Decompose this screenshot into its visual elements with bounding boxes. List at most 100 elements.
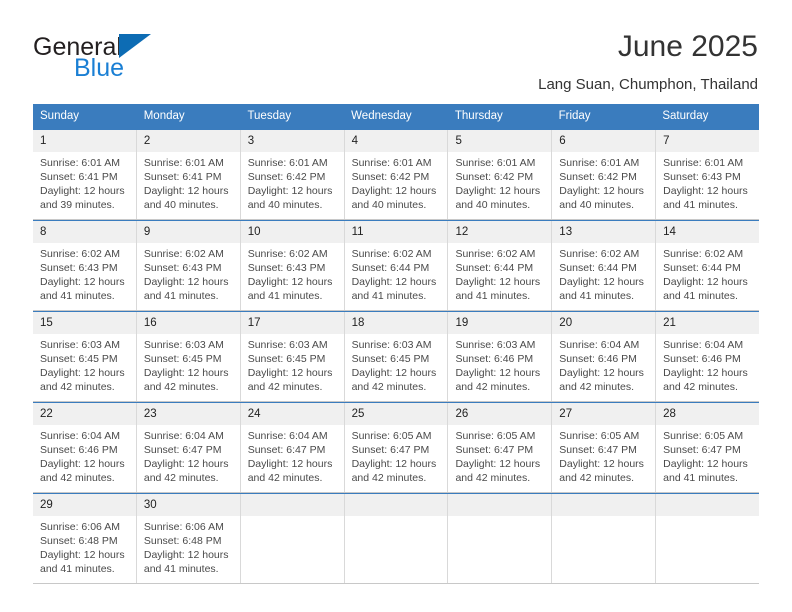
day-cell[interactable]: 1 Sunrise: 6:01 AM Sunset: 6:41 PM Dayli… xyxy=(33,130,137,219)
day-number: 8 xyxy=(33,221,136,243)
day-cell[interactable]: 25 Sunrise: 6:05 AM Sunset: 6:47 PM Dayl… xyxy=(344,403,449,492)
sunset-text: Sunset: 6:44 PM xyxy=(559,262,637,274)
day-cell[interactable]: 30 Sunrise: 6:06 AM Sunset: 6:48 PM Dayl… xyxy=(136,494,241,583)
day-number: 25 xyxy=(344,403,448,425)
day-cell[interactable]: 14 Sunrise: 6:02 AM Sunset: 6:44 PM Dayl… xyxy=(656,221,760,310)
day-cell[interactable]: 24 Sunrise: 6:04 AM Sunset: 6:47 PM Dayl… xyxy=(240,403,345,492)
day-details: Sunrise: 6:01 AM Sunset: 6:43 PM Dayligh… xyxy=(656,152,759,218)
day-cell[interactable]: 23 Sunrise: 6:04 AM Sunset: 6:47 PM Dayl… xyxy=(136,403,241,492)
day-cell[interactable]: 27 Sunrise: 6:05 AM Sunset: 6:47 PM Dayl… xyxy=(552,403,657,492)
logo-text-blue: Blue xyxy=(74,54,125,82)
page-header: General Blue June 2025 Lang Suan, Chumph… xyxy=(0,0,792,104)
daylight-text-line1: Daylight: 12 hours xyxy=(143,276,229,288)
daylight-text-line1: Daylight: 12 hours xyxy=(143,185,229,197)
day-details: Sunrise: 6:04 AM Sunset: 6:46 PM Dayligh… xyxy=(656,334,759,400)
day-details: Sunrise: 6:06 AM Sunset: 6:48 PM Dayligh… xyxy=(137,516,240,582)
sunrise-text: Sunrise: 6:04 AM xyxy=(247,430,328,442)
daylight-text-line1: Daylight: 12 hours xyxy=(351,185,437,197)
day-number: 2 xyxy=(136,130,240,152)
sunrise-text: Sunrise: 6:03 AM xyxy=(455,339,536,351)
sunset-text: Sunset: 6:45 PM xyxy=(40,353,118,365)
day-cell[interactable]: 2 Sunrise: 6:01 AM Sunset: 6:41 PM Dayli… xyxy=(136,130,241,219)
sunrise-text: Sunrise: 6:01 AM xyxy=(455,157,536,169)
daylight-text-line1: Daylight: 12 hours xyxy=(143,458,229,470)
daylight-text-line1: Daylight: 12 hours xyxy=(455,458,541,470)
daylight-text-line2: and 40 minutes. xyxy=(559,199,635,211)
day-cell[interactable]: 10 Sunrise: 6:02 AM Sunset: 6:43 PM Dayl… xyxy=(240,221,345,310)
day-cell[interactable]: 21 Sunrise: 6:04 AM Sunset: 6:46 PM Dayl… xyxy=(656,312,760,401)
day-cell[interactable]: 17 Sunrise: 6:03 AM Sunset: 6:45 PM Dayl… xyxy=(240,312,345,401)
daylight-text-line1: Daylight: 12 hours xyxy=(351,367,437,379)
day-number xyxy=(656,494,760,516)
sunrise-text: Sunrise: 6:02 AM xyxy=(247,248,328,260)
daylight-text-line2: and 41 minutes. xyxy=(143,290,219,302)
day-cell[interactable]: 9 Sunrise: 6:02 AM Sunset: 6:43 PM Dayli… xyxy=(136,221,241,310)
day-cell[interactable]: 26 Sunrise: 6:05 AM Sunset: 6:47 PM Dayl… xyxy=(448,403,553,492)
day-cell[interactable]: 6 Sunrise: 6:01 AM Sunset: 6:42 PM Dayli… xyxy=(552,130,657,219)
daylight-text-line1: Daylight: 12 hours xyxy=(663,185,748,197)
day-number: 4 xyxy=(344,130,448,152)
sunrise-text: Sunrise: 6:05 AM xyxy=(351,430,432,442)
day-cell[interactable]: 3 Sunrise: 6:01 AM Sunset: 6:42 PM Dayli… xyxy=(240,130,345,219)
daylight-text-line2: and 40 minutes. xyxy=(351,199,427,211)
sunrise-text: Sunrise: 6:01 AM xyxy=(143,157,224,169)
day-cell[interactable]: 19 Sunrise: 6:03 AM Sunset: 6:46 PM Dayl… xyxy=(448,312,553,401)
page-title: June 2025 xyxy=(617,30,758,63)
day-cell[interactable]: 12 Sunrise: 6:02 AM Sunset: 6:44 PM Dayl… xyxy=(448,221,553,310)
sunset-text: Sunset: 6:47 PM xyxy=(663,444,741,456)
day-cell[interactable]: 28 Sunrise: 6:05 AM Sunset: 6:47 PM Dayl… xyxy=(656,403,760,492)
day-cell[interactable]: 4 Sunrise: 6:01 AM Sunset: 6:42 PM Dayli… xyxy=(344,130,449,219)
daylight-text-line1: Daylight: 12 hours xyxy=(40,185,125,197)
day-details: Sunrise: 6:02 AM Sunset: 6:44 PM Dayligh… xyxy=(552,243,655,309)
daylight-text-line1: Daylight: 12 hours xyxy=(663,458,748,470)
day-cell[interactable]: 8 Sunrise: 6:02 AM Sunset: 6:43 PM Dayli… xyxy=(33,221,137,310)
day-details: Sunrise: 6:05 AM Sunset: 6:47 PM Dayligh… xyxy=(656,425,759,491)
daylight-text-line2: and 41 minutes. xyxy=(40,563,115,575)
sunrise-text: Sunrise: 6:01 AM xyxy=(351,157,432,169)
sunrise-text: Sunrise: 6:04 AM xyxy=(143,430,224,442)
day-number: 9 xyxy=(136,221,240,243)
day-cell[interactable]: 22 Sunrise: 6:04 AM Sunset: 6:46 PM Dayl… xyxy=(33,403,137,492)
day-number: 19 xyxy=(448,312,552,334)
sunset-text: Sunset: 6:41 PM xyxy=(143,171,222,183)
day-cell[interactable]: 11 Sunrise: 6:02 AM Sunset: 6:44 PM Dayl… xyxy=(344,221,449,310)
daylight-text-line1: Daylight: 12 hours xyxy=(559,276,644,288)
day-cell[interactable]: 7 Sunrise: 6:01 AM Sunset: 6:43 PM Dayli… xyxy=(656,130,760,219)
day-number: 1 xyxy=(33,130,136,152)
day-number: 14 xyxy=(656,221,760,243)
day-cell[interactable]: 16 Sunrise: 6:03 AM Sunset: 6:45 PM Dayl… xyxy=(136,312,241,401)
sunset-text: Sunset: 6:41 PM xyxy=(40,171,118,183)
sunset-text: Sunset: 6:43 PM xyxy=(247,262,326,274)
day-number: 3 xyxy=(240,130,344,152)
day-cell[interactable]: 15 Sunrise: 6:03 AM Sunset: 6:45 PM Dayl… xyxy=(33,312,137,401)
sunrise-text: Sunrise: 6:04 AM xyxy=(559,339,640,351)
day-cell[interactable]: 18 Sunrise: 6:03 AM Sunset: 6:45 PM Dayl… xyxy=(344,312,449,401)
day-details: Sunrise: 6:03 AM Sunset: 6:45 PM Dayligh… xyxy=(241,334,344,400)
day-cell[interactable]: 5 Sunrise: 6:01 AM Sunset: 6:42 PM Dayli… xyxy=(448,130,553,219)
weekday-header-sunday: Sunday xyxy=(40,110,80,122)
week-row: 22 Sunrise: 6:04 AM Sunset: 6:46 PM Dayl… xyxy=(33,402,760,493)
day-number: 29 xyxy=(33,494,136,516)
sunset-text: Sunset: 6:46 PM xyxy=(559,353,637,365)
sunrise-text: Sunrise: 6:06 AM xyxy=(40,521,120,533)
sunrise-text: Sunrise: 6:05 AM xyxy=(455,430,536,442)
daylight-text-line2: and 41 minutes. xyxy=(663,290,738,302)
day-number: 20 xyxy=(552,312,656,334)
general-blue-logo[interactable]: General Blue xyxy=(33,27,203,82)
day-cell[interactable]: 13 Sunrise: 6:02 AM Sunset: 6:44 PM Dayl… xyxy=(552,221,657,310)
day-details: Sunrise: 6:01 AM Sunset: 6:42 PM Dayligh… xyxy=(448,152,551,218)
sunrise-text: Sunrise: 6:01 AM xyxy=(40,157,120,169)
day-details: Sunrise: 6:01 AM Sunset: 6:42 PM Dayligh… xyxy=(552,152,655,218)
weekday-header-thursday: Thursday xyxy=(454,110,503,122)
day-number: 6 xyxy=(552,130,656,152)
day-cell[interactable]: 29 Sunrise: 6:06 AM Sunset: 6:48 PM Dayl… xyxy=(33,494,137,583)
day-number: 23 xyxy=(136,403,240,425)
daylight-text-line2: and 42 minutes. xyxy=(559,381,635,393)
day-number: 16 xyxy=(136,312,240,334)
day-details: Sunrise: 6:06 AM Sunset: 6:48 PM Dayligh… xyxy=(33,516,136,582)
sunset-text: Sunset: 6:44 PM xyxy=(663,262,741,274)
daylight-text-line2: and 42 minutes. xyxy=(663,381,738,393)
day-cell[interactable]: 20 Sunrise: 6:04 AM Sunset: 6:46 PM Dayl… xyxy=(552,312,657,401)
day-details: Sunrise: 6:03 AM Sunset: 6:45 PM Dayligh… xyxy=(345,334,448,400)
day-details: Sunrise: 6:02 AM Sunset: 6:44 PM Dayligh… xyxy=(448,243,551,309)
